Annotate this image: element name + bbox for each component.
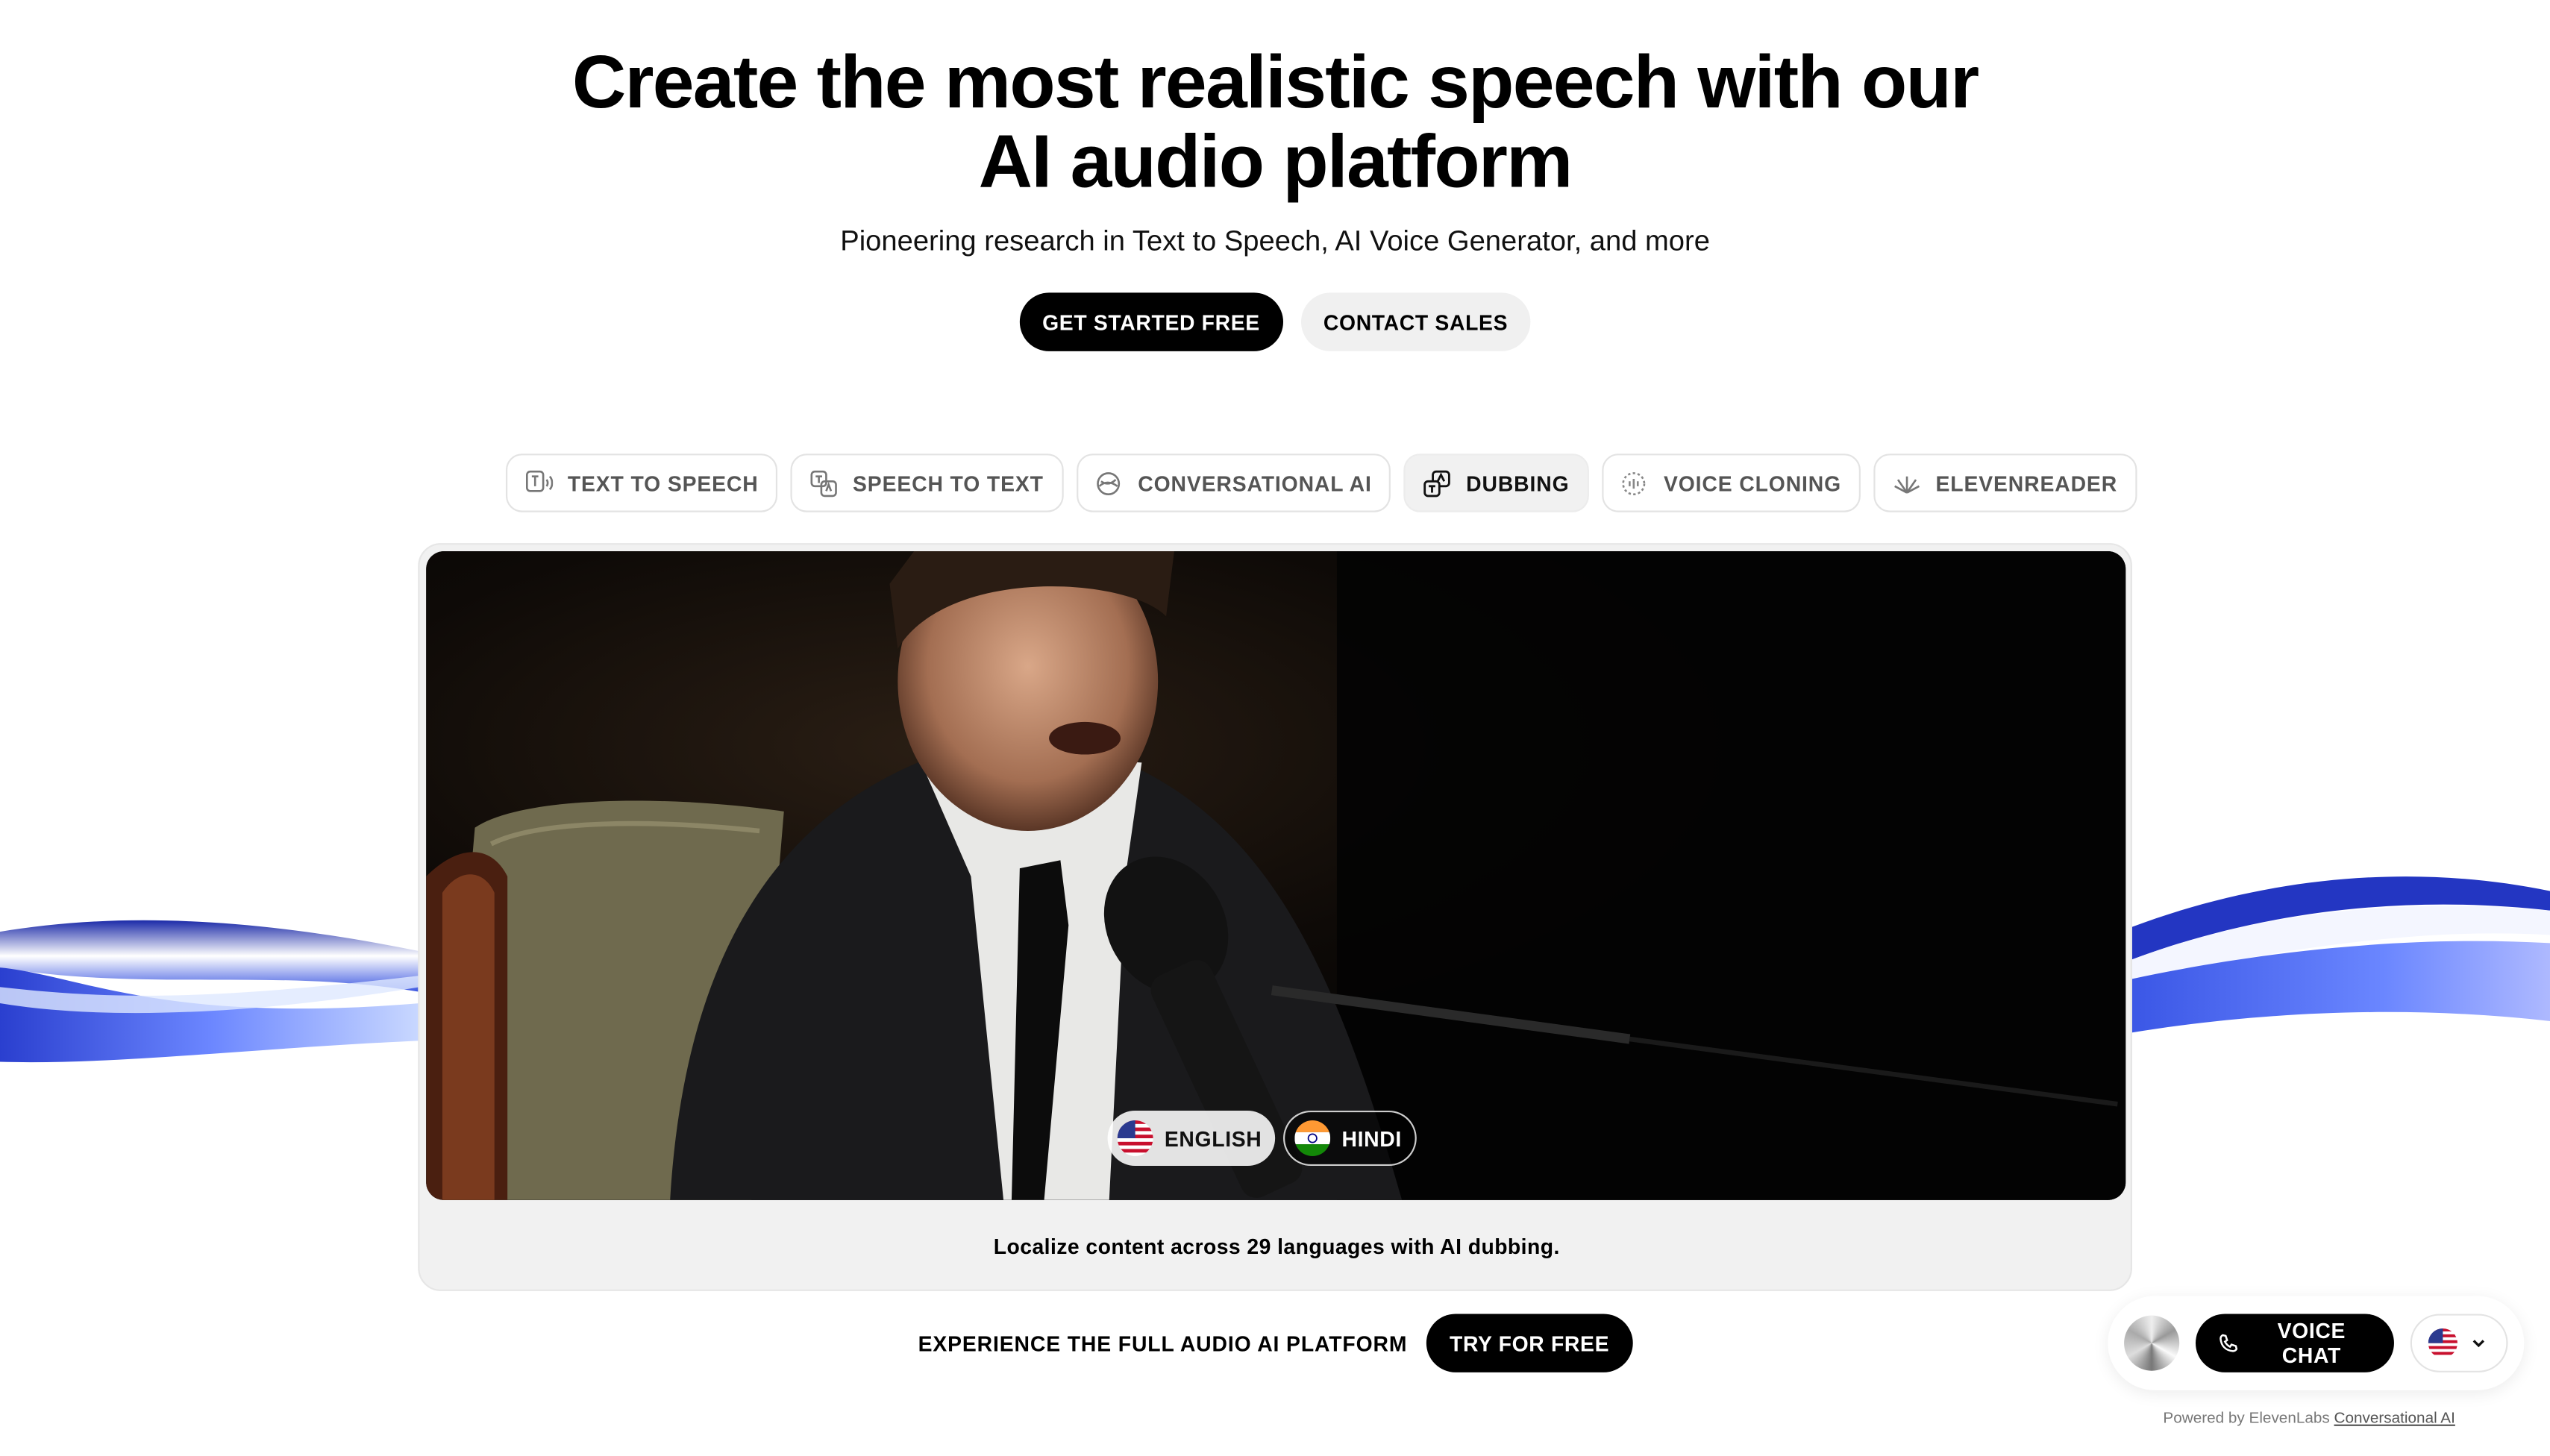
tab-dubbing[interactable]: DUBBING [1404, 454, 1589, 512]
tab-label: VOICE CLONING [1663, 471, 1842, 495]
tab-speech-to-text[interactable]: SPEECH TO TEXT [791, 454, 1063, 512]
widget-orb-icon [2124, 1315, 2180, 1371]
bottom-cta-label: EXPERIENCE THE FULL AUDIO AI PLATFORM [918, 1331, 1408, 1356]
tab-text-to-speech[interactable]: TEXT TO SPEECH [505, 454, 778, 512]
us-flag-icon [1117, 1120, 1153, 1156]
powered-by-text: Powered by ElevenLabs Conversational AI [2163, 1410, 2455, 1428]
tab-conversational-ai[interactable]: CONVERSATIONAL AI [1076, 454, 1391, 512]
language-toggle-english[interactable]: ENGLISH [1107, 1110, 1275, 1167]
voice-chat-widget: VOICE CHAT [2108, 1296, 2525, 1390]
language-label: HINDI [1341, 1126, 1402, 1151]
voice-chat-button[interactable]: VOICE CHAT [2196, 1314, 2394, 1372]
speaker-video-frame [426, 551, 2126, 1200]
language-label: ENGLISH [1164, 1126, 1262, 1151]
text-to-speech-icon [524, 468, 553, 498]
product-tabs: TEXT TO SPEECH SPEECH TO TEXT CONVERSATI… [505, 454, 2137, 512]
chevron-down-icon [2472, 1340, 2485, 1348]
phone-icon [2219, 1334, 2238, 1352]
tab-label: DUBBING [1466, 471, 1570, 495]
tab-label: CONVERSATIONAL AI [1138, 471, 1372, 495]
conversational-ai-link[interactable]: Conversational AI [2334, 1410, 2455, 1428]
right-wave-decoration [2131, 876, 2550, 1033]
speech-to-text-icon [809, 468, 838, 498]
contact-sales-button[interactable]: CONTACT SALES [1300, 292, 1531, 351]
dubbing-caption: Localize content across 29 languages wit… [993, 1234, 1560, 1259]
demo-card: ENGLISH HINDI Localize content across 29… [418, 543, 2132, 1291]
tab-label: TEXT TO SPEECH [567, 471, 759, 495]
tab-label: SPEECH TO TEXT [853, 471, 1044, 495]
elevenreader-icon [1892, 468, 1921, 498]
hero-title-line1: Create the most realistic speech with ou… [571, 39, 1979, 124]
page: Create the most realistic speech with ou… [0, 0, 2550, 1455]
language-toggle-hindi[interactable]: HINDI [1283, 1110, 1417, 1167]
voice-cloning-icon [1620, 468, 1649, 498]
get-started-free-button[interactable]: GET STARTED FREE [1019, 292, 1283, 351]
widget-language-select[interactable] [2410, 1314, 2508, 1372]
tab-voice-cloning[interactable]: VOICE CLONING [1602, 454, 1861, 512]
dubbing-video-player[interactable]: ENGLISH HINDI [426, 551, 2126, 1200]
tab-label: ELEVENREADER [1935, 471, 2118, 495]
tab-elevenreader[interactable]: ELEVENREADER [1873, 454, 2137, 512]
india-flag-icon [1294, 1120, 1331, 1156]
conversational-ai-icon [1094, 468, 1123, 498]
hero-cta-row: GET STARTED FREE CONTACT SALES [0, 292, 2550, 351]
powered-prefix: Powered by ElevenLabs [2163, 1410, 2330, 1428]
hero-title: Create the most realistic speech with ou… [0, 42, 2550, 204]
hero-title-line2: AI audio platform [978, 119, 1573, 204]
try-for-free-button[interactable]: TRY FOR FREE [1426, 1314, 1632, 1372]
us-flag-icon [2428, 1328, 2457, 1358]
dubbing-icon [1422, 468, 1451, 498]
voice-chat-label: VOICE CHAT [2277, 1318, 2346, 1368]
left-wave-decoration [0, 920, 420, 1063]
hero-subtitle: Pioneering research in Text to Speech, A… [840, 224, 1710, 257]
